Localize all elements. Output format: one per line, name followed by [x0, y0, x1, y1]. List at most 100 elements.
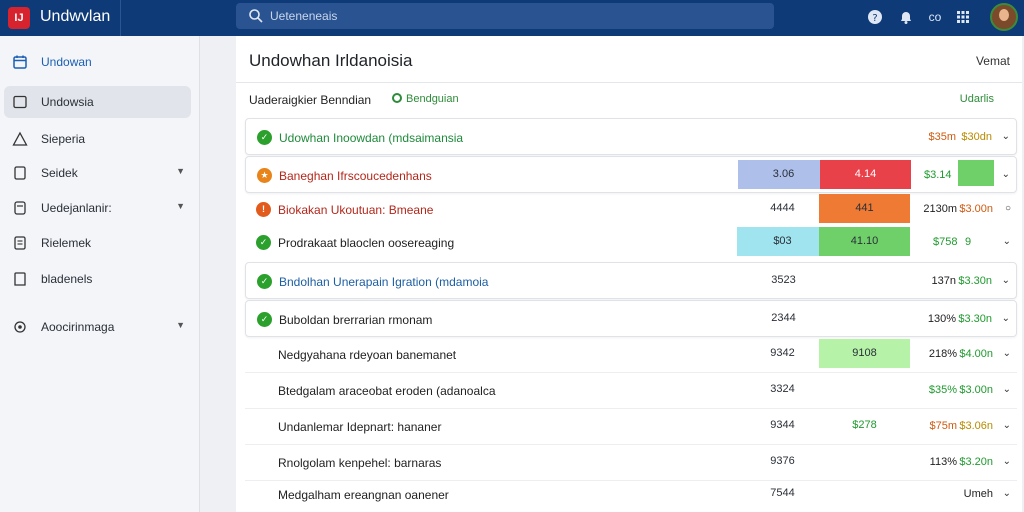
svg-text:?: ?	[872, 13, 877, 24]
group-status: Udarlis	[959, 93, 994, 105]
table-cell: 9342	[770, 347, 795, 359]
table-row[interactable]: ✓ Udowhan Inoowdan (mdsaimansia $35m $30…	[245, 118, 1017, 155]
chevron-down-icon[interactable]: ⌄	[1003, 384, 1011, 395]
table-row[interactable]: ✓ Buboldan brerrarian rmonam 2344 130% $…	[245, 300, 1017, 337]
chevron-down-icon[interactable]: ⌄	[1003, 488, 1011, 499]
row-value: $35%	[928, 384, 957, 396]
table-cell: 7544	[770, 487, 795, 499]
apps-grid-icon[interactable]	[954, 8, 972, 26]
row-amount: $3.00n	[959, 384, 993, 396]
row-amount: Umeh	[963, 488, 993, 500]
sidebar-item-label: bladenels	[41, 272, 93, 286]
search-icon	[249, 9, 263, 23]
sidebar-item-label: Seidek	[41, 166, 78, 180]
row-value: $35m	[928, 131, 956, 143]
row-value: 218%	[928, 348, 957, 360]
check-icon: ✓	[256, 235, 271, 250]
search-box[interactable]	[236, 3, 774, 29]
chevron-down-icon[interactable]: ⌄	[1002, 131, 1010, 142]
sidebar-item-label: Undowan	[41, 55, 92, 69]
panel-action-button[interactable]: Vemat	[976, 54, 1010, 68]
check-icon: ✓	[257, 130, 272, 145]
help-icon[interactable]: ?	[866, 8, 884, 26]
database-icon	[14, 201, 26, 215]
circle-icon[interactable]: ○	[1005, 203, 1011, 214]
chevron-down-icon[interactable]: ▼	[176, 166, 185, 176]
table-row[interactable]: Nedgyahana rdeyoan banemanet 9342 9108 2…	[245, 336, 1017, 373]
sidebar: Undowan Undowsia Sieperia Seidek ▼ Uedej…	[0, 36, 200, 512]
row-name: Buboldan brerrarian rmonam	[279, 313, 433, 327]
sidebar-item-sieperia[interactable]: Sieperia	[4, 123, 191, 155]
sidebar-item-bladenels[interactable]: bladenels	[4, 263, 191, 295]
page-title: Undowhan Irldanoisia	[249, 51, 413, 70]
row-amount: 9	[965, 236, 972, 248]
folder-icon	[13, 95, 27, 109]
table-cell: $278	[852, 419, 877, 431]
warning-icon: !	[256, 202, 271, 217]
row-value: 113%	[929, 456, 957, 468]
table-cell: 3.06	[738, 160, 829, 189]
row-name: Rnolgolam kenpehel: barnaras	[278, 456, 442, 470]
row-name: Nedgyahana rdeyoan banemanet	[278, 348, 457, 362]
chevron-down-icon[interactable]: ⌄	[1003, 236, 1011, 247]
chevron-down-icon[interactable]: ⌄	[1003, 456, 1011, 467]
group-chip[interactable]: Bendguian	[392, 93, 459, 105]
table-cell: 9344	[770, 419, 795, 431]
table-cell: 41.10	[819, 227, 910, 256]
divider	[236, 82, 1022, 83]
code-icon[interactable]: co	[926, 8, 944, 26]
row-name: Biokakan Ukoutuan: Bmeane	[278, 203, 434, 217]
table-row[interactable]: Medgalham ereangnan oanener 7544 Umeh ⌄	[245, 476, 1017, 512]
row-value: 2130m	[923, 203, 957, 215]
table-cell: 4.14	[820, 160, 911, 189]
row-name: Medgalham ereangnan oanener	[278, 488, 449, 502]
list-icon	[14, 236, 26, 250]
chevron-down-icon[interactable]: ▼	[176, 320, 185, 330]
chevron-down-icon[interactable]: ▼	[176, 201, 185, 211]
app-logo[interactable]: IJ	[8, 7, 30, 29]
sidebar-item-label: Uedejanlanir:	[41, 201, 112, 215]
table-row[interactable]: ✓ Bndolhan Unerapain Igration (mdamoia 3…	[245, 262, 1017, 299]
check-icon: ✓	[257, 274, 272, 289]
sidebar-item-rielemek[interactable]: Rielemek	[4, 227, 191, 259]
table-cell: 9376	[770, 455, 795, 467]
table-row[interactable]: ! Biokakan Ukoutuan: Bmeane 4444 441 213…	[245, 191, 1017, 228]
chevron-down-icon[interactable]: ⌄	[1003, 420, 1011, 431]
sidebar-item-undowsia[interactable]: Undowsia	[4, 86, 191, 118]
topbar-divider	[120, 0, 121, 36]
chevron-down-icon[interactable]: ⌄	[1002, 169, 1010, 180]
row-amount: $4.00n	[959, 348, 993, 360]
sidebar-item-label: Undowsia	[41, 95, 94, 109]
user-avatar[interactable]	[990, 3, 1018, 31]
sidebar-item-uedejanlanir[interactable]: Uedejanlanir: ▼	[4, 192, 191, 224]
table-row[interactable]: Btedgalam araceobat eroden (adanoalca 33…	[245, 372, 1017, 409]
row-amount: $3.30n	[958, 313, 992, 325]
row-name: Btedgalam araceobat eroden (adanoalca	[278, 384, 496, 398]
warning-icon: ★	[257, 168, 272, 183]
row-amount: $3.00n	[959, 203, 993, 215]
row-amount: $3.20n	[959, 456, 993, 468]
search-input[interactable]	[270, 3, 760, 29]
row-amount: $3.06n	[959, 420, 993, 432]
group-heading: Uaderaigkier Benndian	[249, 93, 372, 107]
table-row[interactable]: Undanlemar Idepnart: hananer 9344 $278 $…	[245, 408, 1017, 445]
chevron-down-icon[interactable]: ⌄	[1002, 275, 1010, 286]
row-name: Baneghan Ifrscoucedenhans	[279, 169, 432, 183]
table-cell: $03	[737, 227, 828, 256]
chevron-down-icon[interactable]: ⌄	[1002, 313, 1010, 324]
table-row[interactable]: ★ Baneghan Ifrscoucedenhans 3.06 4.14 $3…	[245, 156, 1017, 193]
sidebar-item-aoocirinmaga[interactable]: Aoocirinmaga ▼	[4, 311, 191, 343]
bell-icon[interactable]	[897, 8, 915, 26]
table-cell: 9108	[819, 339, 910, 368]
row-amount: $30dn	[961, 131, 992, 143]
row-value: 130%	[927, 313, 956, 325]
calendar-icon	[13, 55, 27, 69]
sidebar-item-seidek[interactable]: Seidek ▼	[4, 157, 191, 189]
sidebar-item-undowan[interactable]: Undowan	[4, 46, 191, 78]
chevron-down-icon[interactable]: ⌄	[1003, 348, 1011, 359]
table-row[interactable]: ✓ Prodrakaat blaoclen oosereaging $03 41…	[245, 224, 1017, 261]
sidebar-item-label: Aoocirinmaga	[41, 320, 115, 334]
row-value: 137n	[931, 275, 956, 287]
row-value: $3.14	[924, 169, 952, 181]
main-panel: Undowhan Irldanoisia Vemat Uaderaigkier …	[236, 36, 1022, 512]
